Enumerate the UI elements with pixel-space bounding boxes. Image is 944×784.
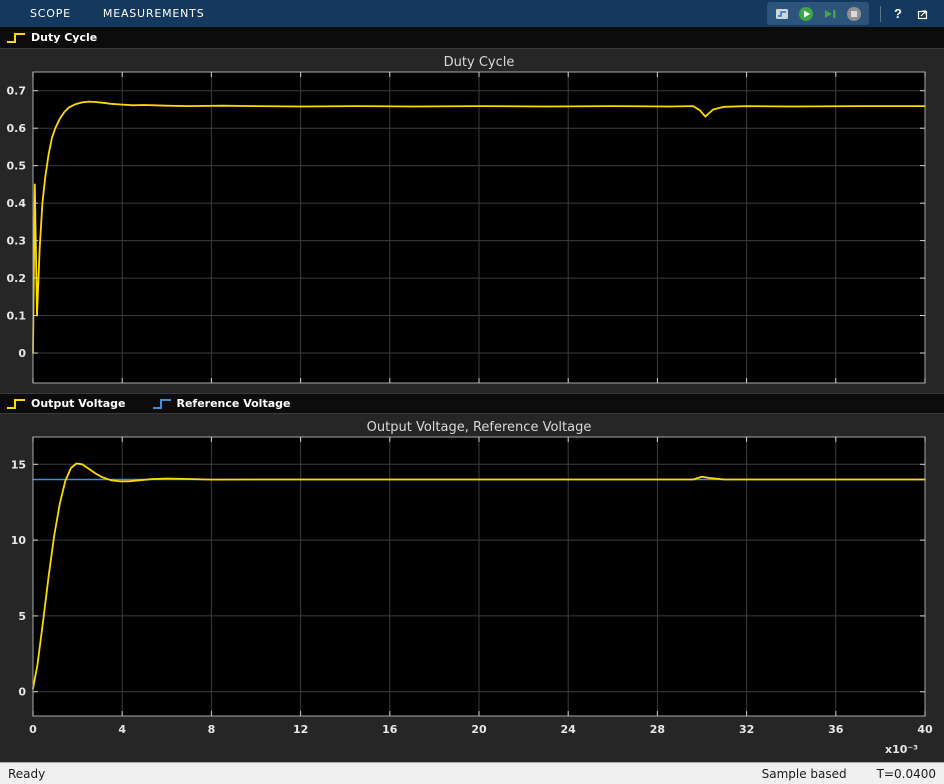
duty-cycle-chart[interactable]: 0 0.1 0.2 0.3 0.4 0.5 0.6 0.7 [0,49,944,393]
svg-text:15: 15 [11,458,26,471]
step-forward-icon [822,6,838,22]
svg-text:20: 20 [471,723,487,736]
legend-item-reference-voltage[interactable]: Reference Voltage [152,397,291,411]
svg-text:0.6: 0.6 [7,122,27,135]
legend-label: Reference Voltage [177,397,291,410]
svg-text:40: 40 [917,723,933,736]
svg-text:5: 5 [18,610,26,623]
svg-text:24: 24 [561,723,577,736]
legend-voltages: Output Voltage Reference Voltage [0,393,944,414]
svg-text:0: 0 [29,723,37,736]
svg-text:0.7: 0.7 [7,85,27,98]
svg-text:0: 0 [18,686,26,699]
simulation-button-group [767,2,869,25]
dock-icon [914,6,930,22]
status-sample-mode: Sample based [762,767,847,781]
svg-text:28: 28 [650,723,665,736]
reference-voltage-line-sample-icon [152,397,172,411]
svg-text:32: 32 [739,723,754,736]
svg-text:8: 8 [208,723,216,736]
svg-text:0.4: 0.4 [7,197,27,210]
simulation-toolbar: ? [767,2,944,25]
svg-text:10: 10 [11,534,27,547]
svg-text:16: 16 [382,723,398,736]
x-axis-multiplier-label: x10⁻³ [885,743,918,756]
status-ready-text: Ready [8,767,45,781]
highlight-simulink-block-icon [774,6,790,22]
legend-duty-cycle: Duty Cycle [0,27,944,49]
status-bar: Ready Sample based T=0.0400 [0,762,944,784]
toolstrip-tabbar: SCOPE MEASUREMENTS [0,0,944,27]
highlight-simulink-block-button[interactable] [770,3,794,24]
voltage-chart[interactable]: 0 5 10 15 0 4 8 12 16 20 24 28 32 36 40 [0,414,944,762]
toolbar-separator [880,6,881,22]
legend-label: Output Voltage [31,397,126,410]
step-forward-button[interactable] [818,3,842,24]
tab-measurements[interactable]: MEASUREMENTS [87,0,221,27]
stop-icon [846,6,862,22]
dock-button[interactable] [910,3,934,24]
svg-text:36: 36 [828,723,844,736]
svg-text:4: 4 [118,723,126,736]
svg-text:0: 0 [18,347,26,360]
legend-label: Duty Cycle [31,31,97,44]
svg-text:0.2: 0.2 [7,272,27,285]
duty-cycle-line-sample-icon [6,31,26,45]
help-button[interactable]: ? [886,3,910,24]
svg-text:0.1: 0.1 [7,310,27,323]
stop-button[interactable] [842,3,866,24]
svg-text:0.3: 0.3 [7,235,27,248]
svg-text:12: 12 [293,723,308,736]
legend-item-duty-cycle[interactable]: Duty Cycle [6,31,97,45]
help-icon: ? [894,6,902,21]
run-button[interactable] [794,3,818,24]
scope-window: SCOPE MEASUREMENTS [0,0,944,784]
run-icon [798,6,814,22]
tab-scope[interactable]: SCOPE [14,0,87,27]
legend-item-output-voltage[interactable]: Output Voltage [6,397,126,411]
output-voltage-line-sample-icon [6,397,26,411]
svg-text:0.5: 0.5 [7,160,27,173]
status-sim-time: T=0.0400 [877,767,936,781]
